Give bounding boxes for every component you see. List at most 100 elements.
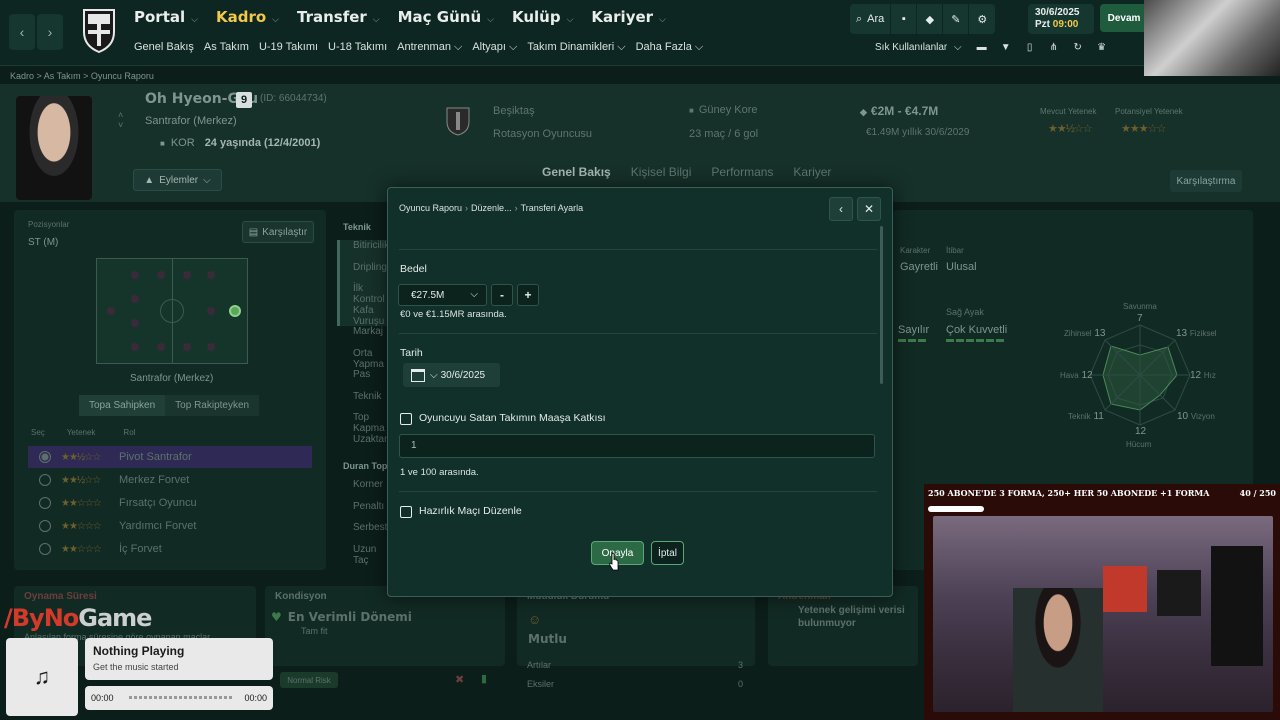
player-nation: ■ Güney Kore bbox=[689, 104, 758, 116]
pitch-position-dot[interactable] bbox=[131, 271, 139, 279]
pitch-position-dot[interactable] bbox=[157, 343, 165, 351]
role-name: Merkez Forvet bbox=[119, 474, 190, 486]
inbox-button[interactable]: ▪ bbox=[891, 4, 918, 34]
chat-icon[interactable]: ▬ bbox=[970, 42, 994, 53]
pitch-position-dot[interactable] bbox=[207, 343, 215, 351]
shield-icon: ◆ bbox=[925, 13, 935, 26]
compare-button[interactable]: Karşılaştırma bbox=[1170, 170, 1242, 192]
pitch-position-dot[interactable] bbox=[157, 271, 165, 279]
shield-button[interactable]: ◆ bbox=[917, 4, 944, 34]
tab-performans[interactable]: Performans bbox=[711, 165, 773, 179]
tab-kisisel-bilgi[interactable]: Kişisel Bilgi bbox=[631, 165, 692, 179]
dialog-crumb-link[interactable]: Oyuncu Raporu bbox=[399, 203, 462, 213]
radio-icon[interactable] bbox=[39, 543, 51, 555]
close-icon[interactable]: ✖ bbox=[455, 673, 464, 686]
card-title: Oynama Süresi bbox=[24, 591, 97, 602]
menu-kulup[interactable]: Kulüp ⌵ bbox=[512, 8, 573, 26]
main-menu: Portal ⌵ Kadro ⌵ Transfer ⌵ Maç Günü ⌵ Kulüp… bbox=[134, 8, 684, 26]
position-pitch bbox=[96, 258, 248, 364]
submenu-altyapi[interactable]: Altyapı ⌵ bbox=[472, 41, 517, 54]
submenu-genel-bakis[interactable]: Genel Bakış bbox=[134, 41, 194, 54]
cons-label: Eksiler bbox=[527, 679, 555, 689]
pitch-position-dot[interactable] bbox=[183, 271, 191, 279]
role-row[interactable]: ★★☆☆☆ Yardımcı Forvet bbox=[28, 515, 312, 537]
friendly-match-checkbox[interactable] bbox=[400, 506, 412, 518]
fee-decrease-button[interactable]: - bbox=[491, 284, 513, 306]
inbox-icon: ▪ bbox=[901, 13, 906, 25]
wage-share-checkbox[interactable] bbox=[400, 413, 412, 425]
possession-tabs: Topa Sahipken Top Rakipteyken bbox=[79, 395, 260, 416]
subscriber-progress-bar bbox=[928, 506, 984, 512]
pitch-selected-position[interactable] bbox=[229, 305, 241, 317]
role-row[interactable]: ★★½☆☆ Pivot Santrafor bbox=[28, 446, 312, 468]
radio-icon[interactable] bbox=[39, 497, 51, 509]
submenu-daha-fazla[interactable]: Daha Fazla ⌵ bbox=[636, 41, 704, 54]
pitch-position-dot[interactable] bbox=[207, 271, 215, 279]
game-date[interactable]: 30/6/2025 Pzt 09:00 bbox=[1028, 4, 1094, 34]
settings-button[interactable]: ⚙ bbox=[969, 4, 995, 34]
radio-icon[interactable] bbox=[39, 474, 51, 486]
role-row[interactable]: ★★☆☆☆ İç Forvet bbox=[28, 538, 312, 560]
submenu-u19[interactable]: U-19 Takımı bbox=[259, 41, 318, 54]
trophy-icon[interactable]: ♛ bbox=[1090, 42, 1114, 53]
date-picker[interactable]: ⌵ 30/6/2025 bbox=[403, 363, 500, 387]
fee-select[interactable]: €27.5M ⌵ bbox=[398, 284, 487, 306]
submenu-takim-dinamikleri[interactable]: Takım Dinamikleri ⌵ bbox=[527, 41, 625, 54]
back-button[interactable]: ‹ bbox=[9, 14, 35, 50]
chevron-down-icon: ⌵ bbox=[487, 15, 494, 25]
actions-button[interactable]: ▲ Eylemler ⌵ bbox=[133, 169, 222, 191]
menu-transfer[interactable]: Transfer ⌵ bbox=[297, 8, 380, 26]
pitch-position-dot[interactable] bbox=[131, 343, 139, 351]
tab-out-of-possession[interactable]: Top Rakipteyken bbox=[165, 395, 260, 416]
pitch-position-dot[interactable] bbox=[131, 295, 139, 303]
dialog-scrollbar[interactable] bbox=[880, 226, 883, 384]
radio-icon[interactable] bbox=[39, 520, 51, 532]
banner-text: 250 ABONE'DE 3 FORMA, 250+ HER 50 ABONED… bbox=[928, 488, 1210, 498]
fee-increase-button[interactable]: + bbox=[517, 284, 539, 306]
continue-button[interactable]: Devam bbox=[1100, 4, 1148, 32]
pitch-position-dot[interactable] bbox=[107, 307, 115, 315]
dialog-crumb-link[interactable]: Düzenle... bbox=[471, 203, 512, 213]
refresh-icon[interactable]: ↻ bbox=[1066, 42, 1090, 53]
top-bar: ‹ › Portal ⌵ Kadro ⌵ Transfer ⌵ Maç Günü ⌵ K… bbox=[0, 0, 1280, 66]
edit-button[interactable]: ✎ bbox=[943, 4, 970, 34]
pitch-position-dot[interactable] bbox=[131, 319, 139, 327]
pitch-position-dot[interactable] bbox=[207, 307, 215, 315]
music-track[interactable] bbox=[129, 696, 233, 699]
wage-share-input[interactable]: 1 bbox=[399, 434, 875, 458]
forward-button[interactable]: › bbox=[37, 14, 63, 50]
menu-kadro[interactable]: Kadro ⌵ bbox=[216, 8, 279, 26]
menu-portal[interactable]: Portal ⌵ bbox=[134, 8, 198, 26]
network-icon[interactable]: ⋔ bbox=[1042, 42, 1066, 53]
tab-genel-bakis[interactable]: Genel Bakış bbox=[542, 165, 611, 179]
submenu-antrenman[interactable]: Antrenman ⌵ bbox=[397, 41, 462, 54]
player-tabs: Genel Bakış Kişisel Bilgi Performans Kar… bbox=[542, 165, 851, 179]
music-note-icon[interactable]: ♫ bbox=[6, 638, 78, 716]
position-value: ST (M) bbox=[28, 237, 59, 248]
compare-positions-button[interactable]: ▤ Karşılaştır bbox=[242, 221, 314, 243]
submenu-as-takim[interactable]: As Takım bbox=[204, 41, 249, 54]
role-row[interactable]: ★★½☆☆ Merkez Forvet bbox=[28, 469, 312, 491]
dialog-close-button[interactable]: ✕ bbox=[857, 197, 881, 221]
dialog-back-button[interactable]: ‹ bbox=[829, 197, 853, 221]
left-foot-value: Sayılır bbox=[898, 324, 930, 336]
role-row[interactable]: ★★☆☆☆ Fırsatçı Oyuncu bbox=[28, 492, 312, 514]
gear-icon: ⚙ bbox=[977, 13, 988, 26]
player-nav-arrows[interactable]: ˄ ˅ bbox=[118, 110, 123, 130]
tab-in-possession[interactable]: Topa Sahipken bbox=[79, 395, 166, 416]
cancel-button[interactable]: İptal bbox=[651, 541, 684, 565]
menu-mac-gunu[interactable]: Maç Günü ⌵ bbox=[398, 8, 494, 26]
shirt-icon[interactable]: ▼ bbox=[994, 42, 1018, 53]
pitch-position-dot[interactable] bbox=[183, 343, 191, 351]
menu-kariyer[interactable]: Kariyer ⌵ bbox=[591, 8, 665, 26]
search-button[interactable]: ⌕ Ara bbox=[850, 4, 892, 34]
shortcuts-dropdown[interactable]: Sık Kullanılanlar ⌵ bbox=[875, 42, 970, 53]
role-name: Fırsatçı Oyuncu bbox=[119, 497, 197, 509]
club-crest-icon[interactable] bbox=[80, 6, 118, 54]
positions-label: Pozisyonlar bbox=[28, 220, 70, 229]
submenu-u18[interactable]: U-18 Takımı bbox=[328, 41, 387, 54]
attribute-row: Teknik bbox=[353, 390, 382, 402]
clipboard-icon[interactable]: ▯ bbox=[1018, 42, 1042, 53]
radio-selected-icon[interactable] bbox=[39, 451, 51, 463]
tab-kariyer[interactable]: Kariyer bbox=[793, 165, 831, 179]
